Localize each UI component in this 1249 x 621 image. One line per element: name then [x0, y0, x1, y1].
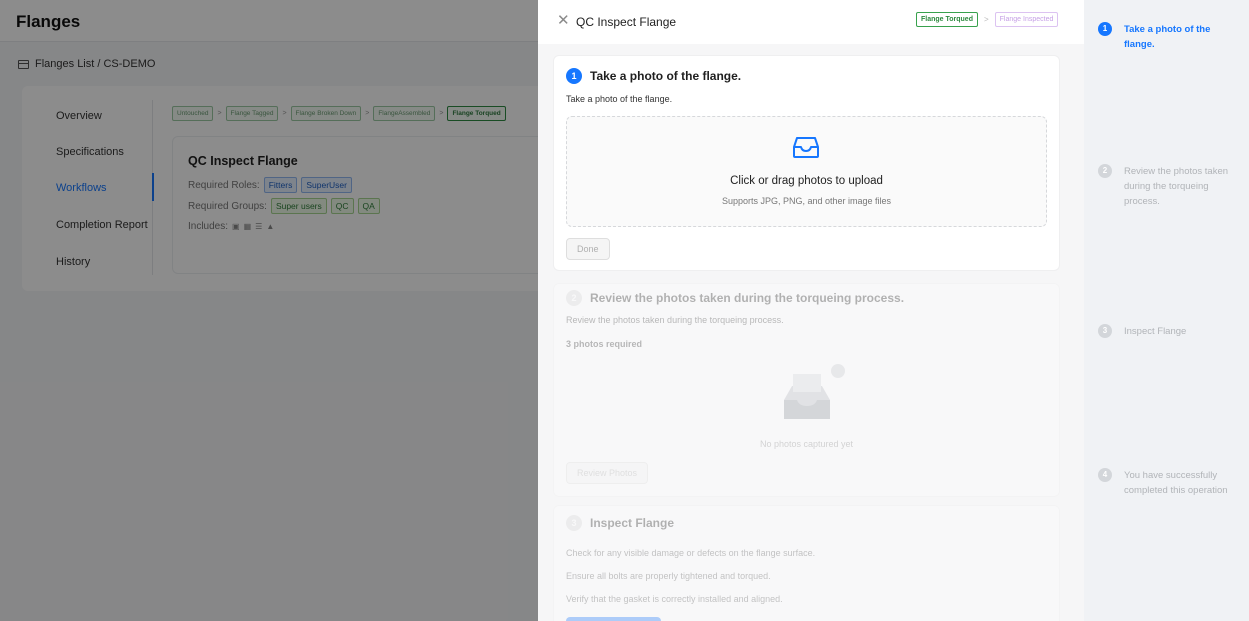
- photo-requirement: 3 photos required: [566, 339, 643, 349]
- step-number-badge: 3: [566, 515, 582, 531]
- sidebar-step-label: Review the photos taken during the torqu…: [1124, 166, 1229, 207]
- step-card-inspect: 3 Inspect Flange Check for any visible d…: [553, 505, 1060, 621]
- step-title: Take a photo of the flange.: [590, 69, 742, 83]
- inspection-instruction: Verify that the gasket is correctly inst…: [566, 594, 783, 604]
- from-state-tag: Flange Torqued: [916, 12, 978, 27]
- step-number-badge: 4: [1098, 468, 1112, 482]
- review-photos-button[interactable]: Review Photos: [566, 462, 649, 484]
- empty-inbox-icon: [784, 364, 845, 419]
- to-state-tag: Flange Inspected: [994, 12, 1059, 27]
- photo-upload-dropzone[interactable]: Click or drag photos to upload Supports …: [566, 116, 1047, 227]
- step-number-badge: 3: [1098, 324, 1112, 338]
- inspect-submit-button[interactable]: [566, 617, 661, 621]
- state-transition: Flange Torqued > Flange Inspected: [916, 12, 1059, 27]
- steps-sidebar: 1 Take a photo of the flange. 2 Review t…: [1084, 0, 1249, 621]
- inbox-icon: [793, 137, 819, 158]
- empty-state-text: No photos captured yet: [759, 439, 854, 449]
- upload-hint: Supports JPG, PNG, and other image files: [721, 196, 892, 206]
- step-number-badge: 1: [1098, 22, 1112, 36]
- workflow-drawer: ✕ QC Inspect Flange Flange Torqued > Fla…: [538, 0, 1249, 621]
- step-title: Review the photos taken during the torqu…: [590, 291, 905, 305]
- step-number-badge: 2: [1098, 164, 1112, 178]
- sidebar-step-label: Take a photo of the flange.: [1124, 24, 1211, 50]
- inspection-instruction: Check for any visible damage or defects …: [566, 548, 816, 558]
- drawer-main: ✕ QC Inspect Flange Flange Torqued > Fla…: [538, 0, 1084, 621]
- done-button[interactable]: Done: [566, 238, 610, 260]
- inspection-instruction: Ensure all bolts are properly tightened …: [566, 571, 771, 581]
- chevron-right-icon: >: [983, 15, 989, 24]
- close-icon[interactable]: ✕: [557, 13, 570, 28]
- sidebar-step-label: Inspect Flange: [1124, 326, 1187, 337]
- sidebar-step-label: You have successfully completed this ope…: [1124, 470, 1228, 496]
- step-card-photo: 1 Take a photo of the flange. Take a pho…: [553, 55, 1060, 271]
- step-title: Inspect Flange: [590, 516, 675, 530]
- step-number-badge: 1: [566, 68, 582, 84]
- step-card-review: 2 Review the photos taken during the tor…: [553, 283, 1060, 497]
- drawer-header: ✕ QC Inspect Flange Flange Torqued > Fla…: [538, 0, 1084, 44]
- drawer-title: QC Inspect Flange: [576, 15, 677, 29]
- step-description: Take a photo of the flange.: [566, 94, 673, 104]
- step-description: Review the photos taken during the torqu…: [566, 315, 784, 325]
- step-number-badge: 2: [566, 290, 582, 306]
- upload-instruction: Click or drag photos to upload: [730, 175, 883, 187]
